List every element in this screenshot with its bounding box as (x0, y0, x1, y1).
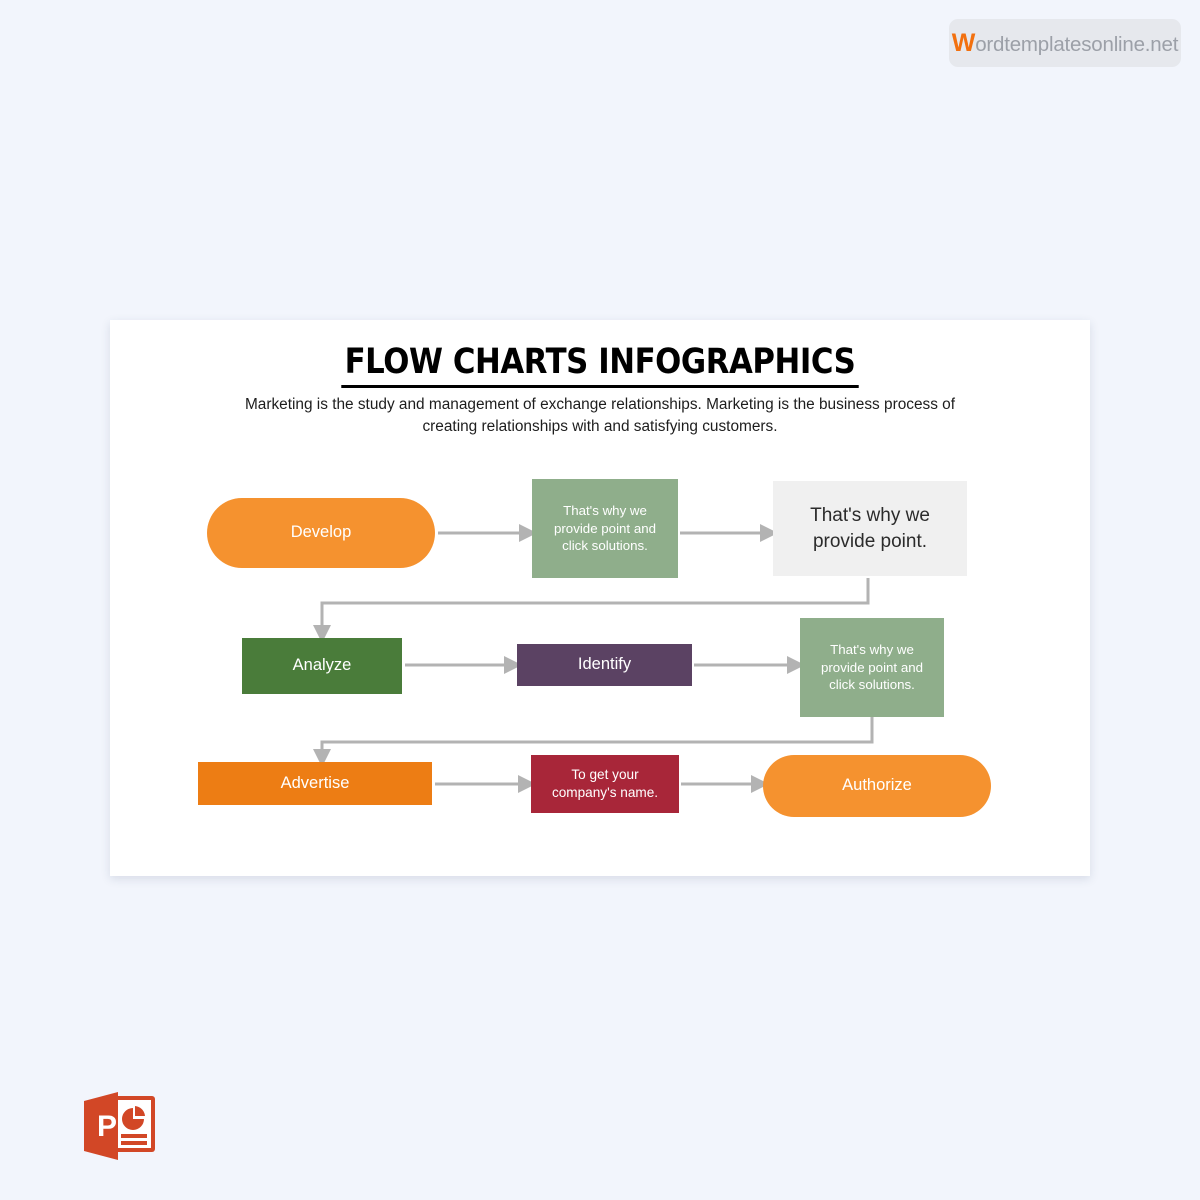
flow-node-gray-1-label: That's why we provide point. (810, 505, 930, 552)
edge-gray1-to-analyze (313, 578, 870, 643)
flow-node-analyze-label: Analyze (292, 656, 352, 675)
watermark-rest: ordtemplatesonline.net (975, 32, 1179, 56)
watermark-text: Wordtemplatesonline.net (951, 28, 1179, 58)
powerpoint-logo-icon: P (84, 1092, 155, 1160)
slide-card: FLOW CHARTS INFOGRAPHICS Marketing is th… (110, 320, 1090, 876)
flow-node-green-2[interactable]: That's why we provide point and click so… (800, 618, 944, 717)
edge-green2-to-advertise (313, 717, 874, 767)
flow-node-green-1-label: That's why we provide point and click so… (553, 502, 657, 554)
flow-node-identify-label: Identify (577, 655, 632, 674)
flow-node-redbox-label: To get your company's name. (551, 766, 659, 800)
flow-node-develop[interactable]: Develop (207, 498, 435, 568)
powerpoint-logo: P (80, 1090, 160, 1162)
flow-node-advertise-label: Advertise (280, 773, 350, 792)
flow-node-redbox[interactable]: To get your company's name. (531, 755, 679, 813)
flow-node-advertise[interactable]: Advertise (198, 762, 432, 805)
watermark-initial: W (951, 28, 976, 57)
svg-text:P: P (97, 1110, 117, 1143)
flow-node-green-2-label: That's why we provide point and click so… (820, 641, 924, 693)
flow-node-green-1[interactable]: That's why we provide point and click so… (532, 479, 678, 578)
flow-node-gray-1[interactable]: That's why we provide point. (773, 481, 967, 576)
flow-node-authorize-label: Authorize (842, 776, 912, 795)
flow-node-identify[interactable]: Identify (517, 644, 692, 686)
flow-node-analyze[interactable]: Analyze (242, 638, 402, 694)
flow-node-authorize[interactable]: Authorize (763, 755, 991, 817)
flow-node-develop-label: Develop (290, 523, 352, 542)
flowchart: Develop That's why we provide point and … (110, 320, 1090, 876)
site-watermark: Wordtemplatesonline.net (949, 19, 1181, 67)
